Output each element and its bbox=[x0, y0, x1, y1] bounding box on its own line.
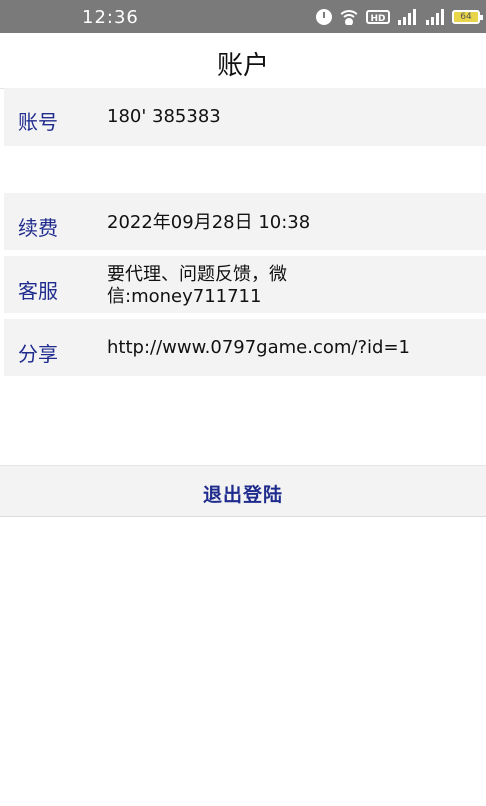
account-label: 账号 bbox=[18, 110, 58, 134]
signal-icon-2 bbox=[424, 9, 446, 25]
page-title: 账户 bbox=[216, 51, 269, 81]
wifi-icon bbox=[338, 9, 360, 25]
alarm-icon bbox=[316, 9, 332, 25]
renewal-row[interactable]: 续费 2022年09月28日 10:38 bbox=[4, 193, 486, 250]
share-label: 分享 bbox=[18, 342, 58, 366]
hd-voice-icon: HD bbox=[366, 10, 390, 24]
status-icons: HD 64 bbox=[316, 8, 483, 26]
customer-service-row[interactable]: 客服 要代理、问题反馈，微信:money711711 bbox=[4, 256, 486, 313]
logout-button[interactable]: 退出登陆 bbox=[0, 465, 486, 517]
battery-level: 64 bbox=[460, 12, 472, 22]
status-time: 12:36 bbox=[82, 7, 139, 28]
share-row[interactable]: 分享 http://www.0797game.com/?id=1 bbox=[4, 319, 486, 376]
customer-service-label: 客服 bbox=[18, 279, 58, 303]
share-link[interactable]: http://www.0797game.com/?id=1 bbox=[107, 337, 466, 359]
renewal-value: 2022年09月28日 10:38 bbox=[107, 212, 311, 233]
account-value: 180' 385383 bbox=[107, 106, 221, 127]
renewal-label: 续费 bbox=[18, 216, 58, 240]
status-bar: 12:36 HD 64 bbox=[0, 0, 486, 33]
battery-icon: 64 bbox=[452, 10, 483, 24]
signal-icon-1 bbox=[396, 9, 418, 25]
customer-service-value: 要代理、问题反馈，微信:money711711 bbox=[107, 264, 287, 307]
account-row: 账号 180' 385383 bbox=[4, 88, 486, 146]
title-bar: 账户 bbox=[0, 33, 486, 89]
logout-label: 退出登陆 bbox=[202, 484, 283, 506]
